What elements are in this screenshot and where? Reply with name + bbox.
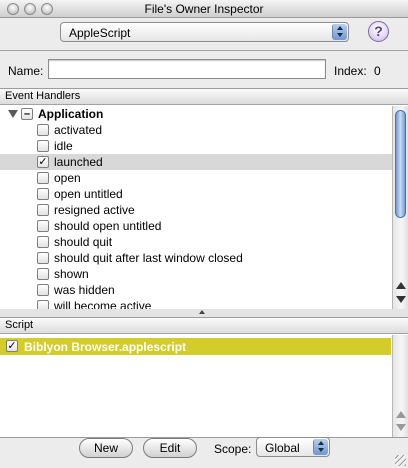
handler-checkbox[interactable] [37, 140, 49, 152]
title-bar[interactable]: File's Owner Inspector [0, 0, 408, 18]
handler-checkbox[interactable] [37, 188, 49, 200]
disclosure-triangle-icon[interactable] [8, 110, 18, 118]
handler-row[interactable]: shown [0, 266, 392, 282]
divider [0, 50, 408, 51]
handler-label: should quit [54, 235, 113, 249]
index-label: Index: [334, 64, 367, 78]
handler-label: shown [54, 267, 89, 281]
handler-row[interactable]: activated [0, 122, 392, 138]
handler-row[interactable]: was hidden [0, 282, 392, 298]
name-field[interactable] [48, 59, 326, 79]
handler-label: should open untitled [54, 219, 162, 233]
inspector-mode-popup[interactable]: AppleScript [60, 22, 349, 42]
scope-label: Scope: [214, 442, 252, 456]
handler-checkbox[interactable] [37, 172, 49, 184]
handler-label: should quit after last window closed [54, 251, 243, 265]
handler-row[interactable]: should quit [0, 234, 392, 250]
scroll-up-arrow-icon[interactable] [396, 282, 406, 289]
edit-button[interactable]: Edit [143, 438, 197, 458]
name-label: Name: [8, 64, 44, 78]
split-view-divider[interactable] [0, 309, 408, 317]
event-handlers-scrollbar[interactable] [392, 106, 408, 309]
event-handlers-header: Event Handlers [0, 89, 408, 105]
handler-checkbox[interactable] [37, 220, 49, 232]
handler-checkbox[interactable] [37, 124, 49, 136]
scope-popup[interactable]: Global [256, 437, 330, 457]
scroll-down-arrow-icon[interactable] [396, 296, 406, 303]
script-scrollbar[interactable] [392, 335, 408, 437]
handler-checkbox[interactable]: ✓ [37, 156, 49, 168]
handler-row[interactable]: should quit after last window closed [0, 250, 392, 266]
script-checkbox[interactable]: ✓ [6, 340, 18, 352]
handler-checkbox[interactable] [37, 268, 49, 280]
handler-label: idle [54, 139, 73, 153]
handler-label: open [54, 171, 81, 185]
new-button[interactable]: New [79, 438, 133, 458]
handler-row[interactable]: resigned active [0, 202, 392, 218]
scroll-up-arrow-icon[interactable] [396, 411, 406, 418]
popup-arrows-icon [332, 24, 347, 40]
splitter-grip-icon [199, 310, 205, 314]
handler-label: open untitled [54, 187, 123, 201]
resize-grip-icon[interactable] [395, 455, 406, 466]
scroll-down-arrow-icon[interactable] [396, 424, 406, 431]
script-row[interactable]: ✓ Biblyon Browser.applescript [0, 338, 391, 355]
scope-value: Global [265, 441, 300, 455]
group-mixed-checkbox[interactable]: – [21, 108, 33, 120]
handler-group-label: Application [38, 107, 104, 121]
handler-label: activated [54, 123, 103, 137]
handler-label: was hidden [54, 283, 115, 297]
index-value: 0 [374, 64, 381, 78]
window-title: File's Owner Inspector [144, 2, 264, 16]
handler-row[interactable]: open untitled [0, 186, 392, 202]
handler-checkbox[interactable] [37, 284, 49, 296]
script-header: Script [0, 318, 408, 334]
handler-row[interactable]: should open untitled [0, 218, 392, 234]
handler-label: launched [54, 155, 103, 169]
handler-row[interactable]: idle [0, 138, 392, 154]
handler-row[interactable]: ✓ launched [0, 154, 392, 170]
script-panel: Script ✓ Biblyon Browser.applescript [0, 317, 408, 438]
handler-group-row[interactable]: – Application [0, 106, 392, 122]
popup-arrows-icon [313, 439, 328, 455]
handler-checkbox[interactable] [37, 236, 49, 248]
help-button[interactable]: ? [368, 21, 389, 42]
scroll-thumb[interactable] [395, 110, 406, 218]
handler-row[interactable]: open [0, 170, 392, 186]
event-handlers-panel: Event Handlers – Application activated i… [0, 88, 408, 310]
handler-checkbox[interactable] [37, 204, 49, 216]
inspector-mode-value: AppleScript [69, 26, 131, 40]
handler-checkbox[interactable] [37, 252, 49, 264]
script-label: Biblyon Browser.applescript [24, 340, 187, 354]
handler-label: resigned active [54, 203, 135, 217]
